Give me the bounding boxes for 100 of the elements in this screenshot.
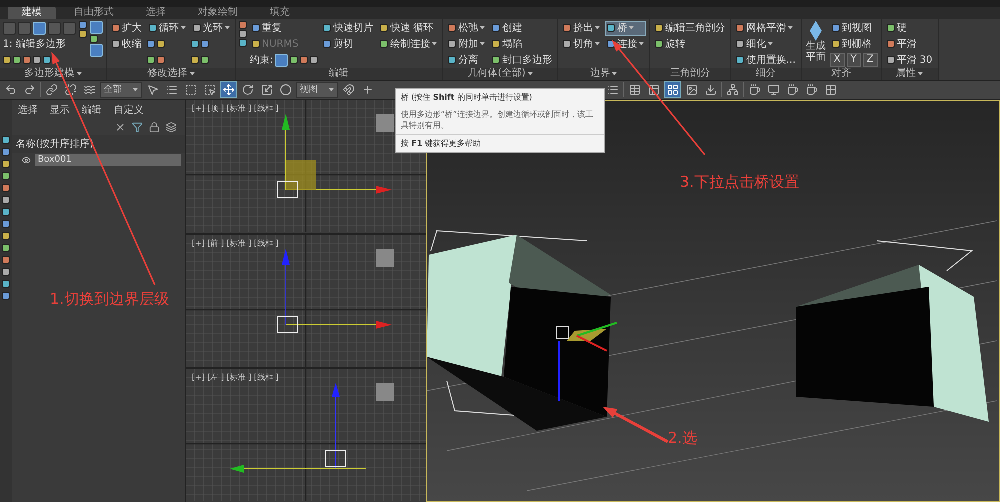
square-icon: [492, 24, 500, 32]
toggle-button[interactable]: [3, 22, 16, 35]
ribbon-button[interactable]: 平滑 30: [884, 52, 935, 68]
ribbon-button[interactable]: 平滑: [884, 36, 935, 52]
toggle-button[interactable]: [90, 20, 103, 34]
object-name[interactable]: Box001: [35, 154, 181, 166]
panel-title[interactable]: 细分: [731, 68, 801, 80]
panel-title[interactable]: 几何体(全部): [443, 68, 558, 80]
square-icon: [252, 40, 260, 48]
ribbon-button[interactable]: 重复: [250, 20, 318, 36]
square-icon: [448, 40, 456, 48]
ribbon-button[interactable]: 使用置换...: [734, 52, 798, 68]
explorer-menu[interactable]: 编辑: [82, 103, 102, 117]
ribbon-button[interactable]: 塌陷: [490, 36, 554, 52]
square-icon: [323, 40, 332, 48]
viewport-label[interactable]: [+] [左 ] [标准 ] [线框 ]: [192, 372, 279, 384]
toolbar-button[interactable]: [664, 81, 681, 98]
ribbon-button[interactable]: 绘制连接: [378, 36, 440, 52]
ribbon-button[interactable]: 到栅格: [830, 36, 878, 52]
axis-button[interactable]: X: [830, 53, 845, 68]
toggle-button[interactable]: [63, 22, 76, 35]
ribbon-button[interactable]: 剪切: [321, 36, 376, 52]
square-icon: [380, 40, 388, 48]
square-icon: [300, 56, 308, 64]
dropdown[interactable]: 全部: [100, 82, 142, 98]
panel-title[interactable]: 边界: [558, 68, 650, 80]
ribbon-button[interactable]: 切角: [561, 36, 602, 52]
eye-icon[interactable]: [22, 156, 31, 164]
square-icon: [736, 56, 744, 64]
viewport-label[interactable]: [+] [顶 ] [标准 ] [线框 ]: [192, 103, 279, 114]
square-icon: [310, 56, 318, 64]
axis-button[interactable]: Y: [846, 53, 861, 68]
toggle-button[interactable]: [33, 22, 46, 35]
ribbon-button[interactable]: 扩大: [110, 20, 144, 36]
ribbon-button[interactable]: 光环: [191, 20, 232, 36]
square-icon: [2, 196, 10, 204]
ribbon-button[interactable]: 网格平滑: [734, 20, 798, 36]
viewport[interactable]: [+] [前 ] [标准 ] [线框 ]: [186, 234, 426, 368]
table-icon: [628, 84, 640, 96]
ribbon-button[interactable]: 硬: [884, 20, 935, 36]
toggle-button[interactable]: [275, 54, 288, 67]
viewport[interactable]: [+] [左 ] [标准 ] [线框 ]: [186, 369, 426, 502]
filter-icon[interactable]: [132, 122, 143, 133]
view-cube-icon[interactable]: [376, 383, 394, 402]
explorer-menu[interactable]: 自定义: [114, 103, 144, 117]
ribbon-tab[interactable]: 选择: [132, 6, 180, 19]
lock-icon[interactable]: [149, 122, 160, 133]
view-cube-icon[interactable]: [376, 248, 394, 267]
explorer-menu[interactable]: 显示: [50, 103, 70, 117]
ribbon-button[interactable]: 附加: [446, 36, 488, 52]
ribbon-button[interactable]: 细化: [734, 36, 798, 52]
panel-title[interactable]: 编辑: [236, 68, 442, 80]
ribbon-button[interactable]: 快速切片: [321, 20, 376, 36]
crosshair-icon: [362, 84, 374, 96]
monitor-icon: [768, 84, 780, 96]
toolbar-button[interactable]: [220, 81, 237, 98]
layers-icon[interactable]: [166, 122, 177, 133]
wave-icon: [84, 84, 96, 96]
caret-icon: [76, 72, 82, 76]
ribbon-button[interactable]: 到视图: [830, 20, 878, 36]
ribbon-button[interactable]: 快速 循环: [378, 20, 440, 36]
magnet-icon: [342, 84, 354, 96]
ribbon-button[interactable]: 编辑三角剖分: [653, 20, 728, 36]
toggle-button[interactable]: [48, 22, 61, 35]
axis-button[interactable]: Z: [862, 53, 878, 68]
ribbon-tab[interactable]: 自由形式: [60, 6, 128, 19]
panel-title[interactable]: 属性: [882, 68, 938, 80]
ribbon-button[interactable]: 旋转: [653, 36, 728, 52]
panel-title[interactable]: 三角剖分: [650, 68, 730, 80]
square-icon: [2, 184, 10, 192]
ribbon-button[interactable]: 分离: [446, 52, 488, 68]
toggle-button[interactable]: [18, 22, 31, 35]
ribbon-button[interactable]: 收缩: [110, 36, 144, 52]
ribbon-button[interactable]: 松弛: [446, 20, 488, 36]
ribbon-button[interactable]: 循环: [147, 20, 188, 36]
explorer-menu[interactable]: 选择: [18, 103, 38, 117]
panel-title[interactable]: 修改选择: [107, 68, 235, 80]
ribbon-tab[interactable]: 对象绘制: [184, 6, 252, 19]
square-icon: [157, 40, 165, 48]
caret-icon: [918, 72, 924, 76]
close-icon[interactable]: [115, 122, 126, 133]
square-icon: [191, 40, 199, 48]
ribbon-button[interactable]: 生成平面: [804, 20, 827, 63]
toggle-button[interactable]: [90, 44, 103, 57]
ribbon-button[interactable]: 桥: [605, 20, 646, 36]
ribbon-button[interactable]: 创建: [490, 20, 554, 36]
square-icon: [147, 56, 155, 64]
ribbon-button[interactable]: 挤出: [561, 20, 602, 36]
square-icon: [157, 56, 165, 64]
ribbon-button[interactable]: 封口多边形: [490, 52, 554, 68]
ribbon-tab[interactable]: 填充: [256, 6, 304, 19]
dropdown[interactable]: 视图: [296, 82, 338, 98]
viewport-label[interactable]: [+] [前 ] [标准 ] [线框 ]: [192, 238, 279, 249]
circle-icon: [280, 84, 292, 96]
panel-title[interactable]: 对齐: [802, 68, 881, 80]
ribbon-label: 约束:: [250, 54, 274, 68]
square-icon: [886, 40, 895, 48]
ribbon-tab[interactable]: 建模: [8, 6, 56, 19]
square-icon: [2, 220, 10, 228]
square-icon: [290, 56, 298, 64]
